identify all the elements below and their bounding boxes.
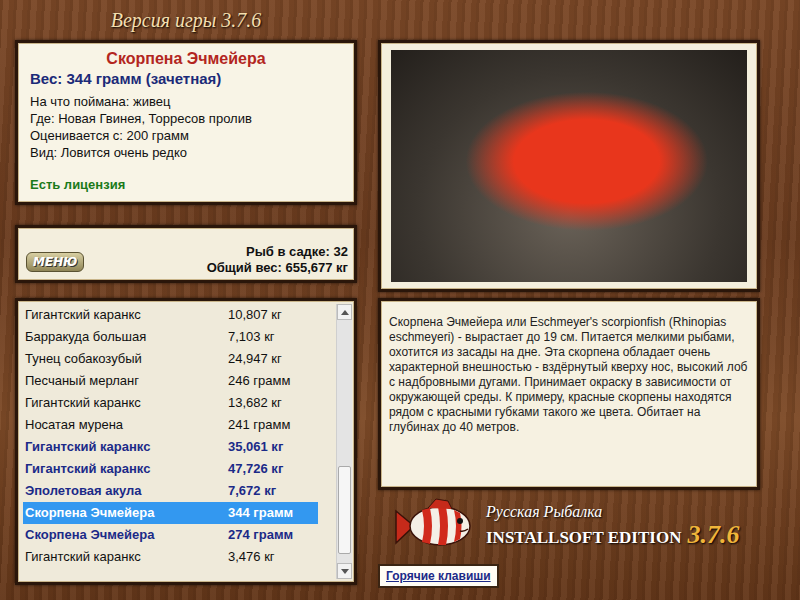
catch-name: Гигантский каранкс [25,305,228,325]
catch-row-content: Песчаный мерланг246 грамм [23,371,318,391]
fish-description: Скорпена Эчмейера или Eschmeyer's scorpi… [378,298,760,490]
catch-row[interactable]: Песчаный мерланг246 грамм [23,370,318,392]
fish-count: Рыб в садке: 32 [207,244,348,260]
logo-text: Русская Рыбалка INSTALLSOFT EDITION 3.7.6 [486,504,739,548]
game-window: Версия игры 3.7.6Скорпена ЭчмейераВес: 3… [0,0,800,600]
right-column: Скорпена Эчмейера или Eschmeyer's scorpi… [378,0,760,600]
keepnet-panel: МЕНЮ Рыб в садке: 32Общий вес: 655,677 кг [15,225,357,283]
fish-detail: На что поймана: живец [30,93,342,110]
catch-rows: Гигантский каранкс10,807 кгБарракуда бол… [18,304,336,579]
hotkeys-button[interactable]: Горячие клавиши [378,564,499,588]
catch-row[interactable]: Эполетовая акула7,672 кг [23,480,318,502]
logo-version: 3.7.6 [687,521,739,548]
catch-name: Гигантский каранкс [25,547,228,567]
license-status: Есть лицензия [30,175,342,195]
catch-name: Гигантский каранкс [25,437,228,457]
fish-detail: Вид: Ловится очень редко [30,144,342,161]
catch-row[interactable]: Гигантский каранкс10,807 кг [23,304,318,326]
catch-row[interactable]: Гигантский каранкс35,061 кг [23,436,318,458]
catch-row-content: Гигантский каранкс13,682 кг [23,393,318,413]
catch-name: Тунец собакозубый [25,349,228,369]
catch-row[interactable]: Носатая мурена241 грамм [23,414,318,436]
fish-photo [391,50,747,282]
catch-weight: 7,672 кг [228,481,318,501]
catch-name: Эполетовая акула [25,481,228,501]
fish-weight: Вес: 344 грамм (зачетная) [30,69,342,89]
fish-detail: Оценивается с: 200 грамм [30,127,342,144]
catch-weight: 241 грамм [228,415,318,435]
logo-title: Русская Рыбалка [486,504,739,521]
catch-row-content: Гигантский каранкс10,807 кг [23,305,318,325]
catch-row-content: Скорпена Эчмейера344 грамм [23,503,318,523]
catch-weight: 24,947 кг [228,349,318,369]
catch-name: Песчаный мерланг [25,371,228,391]
catch-row[interactable]: Скорпена Эчмейера344 грамм [23,502,318,524]
catch-name: Носатая мурена [25,415,228,435]
catch-weight: 10,807 кг [228,305,318,325]
catch-weight: 246 грамм [228,371,318,391]
catch-row[interactable]: Скорпена Эчмейера274 грамм [23,524,318,546]
catch-row-content: Скорпена Эчмейера274 грамм [23,525,318,545]
catch-weight: 7,103 кг [228,327,318,347]
game-logo: Русская Рыбалка INSTALLSOFT EDITION 3.7.6 [378,490,786,562]
catch-row-content: Гигантский каранкс3,476 кг [23,547,318,567]
logo-edition-line: INSTALLSOFT EDITION 3.7.6 [486,521,739,548]
catch-row[interactable]: Барракуда большая7,103 кг [23,326,318,348]
catch-name: Барракуда большая [25,327,228,347]
bottom-bar: Горячие клавиши [378,564,760,588]
menu-button[interactable]: МЕНЮ [26,252,84,272]
scroll-up-button[interactable] [337,304,352,320]
catch-row-content: Носатая мурена241 грамм [23,415,318,435]
catch-row[interactable]: Гигантский каранкс13,682 кг [23,392,318,414]
catch-weight: 274 грамм [228,525,318,545]
scroll-down-button[interactable] [337,563,352,579]
catch-list: Гигантский каранкс10,807 кгБарракуда бол… [15,298,357,585]
catch-name: Скорпена Эчмейера [25,525,228,545]
fish-info-panel: Скорпена ЭчмейераВес: 344 грамм (зачетна… [15,40,357,205]
game-version-title: Версия игры 3.7.6 [111,5,262,35]
catch-weight: 35,061 кг [228,437,318,457]
catch-weight: 13,682 кг [228,393,318,413]
catch-weight: 47,726 кг [228,459,318,479]
catch-row[interactable]: Гигантский каранкс47,726 кг [23,458,318,480]
fish-detail: Где: Новая Гвинея, Торресов пролив [30,110,342,127]
catch-row[interactable]: Гигантский каранкс3,476 кг [23,546,318,568]
scroll-thumb[interactable] [338,466,351,553]
scroll-track[interactable] [337,320,352,563]
logo-edition: INSTALLSOFT EDITION [486,529,681,547]
title-area: Версия игры 3.7.6 [15,0,357,40]
fish-name: Скорпена Эчмейера [30,49,342,69]
total-weight: Общий вес: 655,677 кг [207,260,348,276]
catch-name: Гигантский каранкс [25,459,228,479]
catch-row-content: Гигантский каранкс47,726 кг [23,459,318,479]
catch-name: Гигантский каранкс [25,393,228,413]
catch-name: Скорпена Эчмейера [25,503,228,523]
catch-weight: 3,476 кг [228,547,318,567]
arrow-up-icon [341,310,349,315]
catch-row-content: Барракуда большая7,103 кг [23,327,318,347]
catch-row[interactable]: Тунец собакозубый24,947 кг [23,348,318,370]
photo-panel [378,40,760,292]
scrollbar[interactable] [336,304,352,579]
arrow-down-icon [341,569,349,574]
catch-row-content: Эполетовая акула7,672 кг [23,481,318,501]
keepnet-summary: Рыб в садке: 32Общий вес: 655,677 кг [207,244,348,276]
catch-row-content: Гигантский каранкс35,061 кг [23,437,318,457]
left-column: Версия игры 3.7.6Скорпена ЭчмейераВес: 3… [15,0,357,600]
catch-row-content: Тунец собакозубый24,947 кг [23,349,318,369]
fish-logo-icon [388,493,478,559]
catch-weight: 344 грамм [228,503,318,523]
